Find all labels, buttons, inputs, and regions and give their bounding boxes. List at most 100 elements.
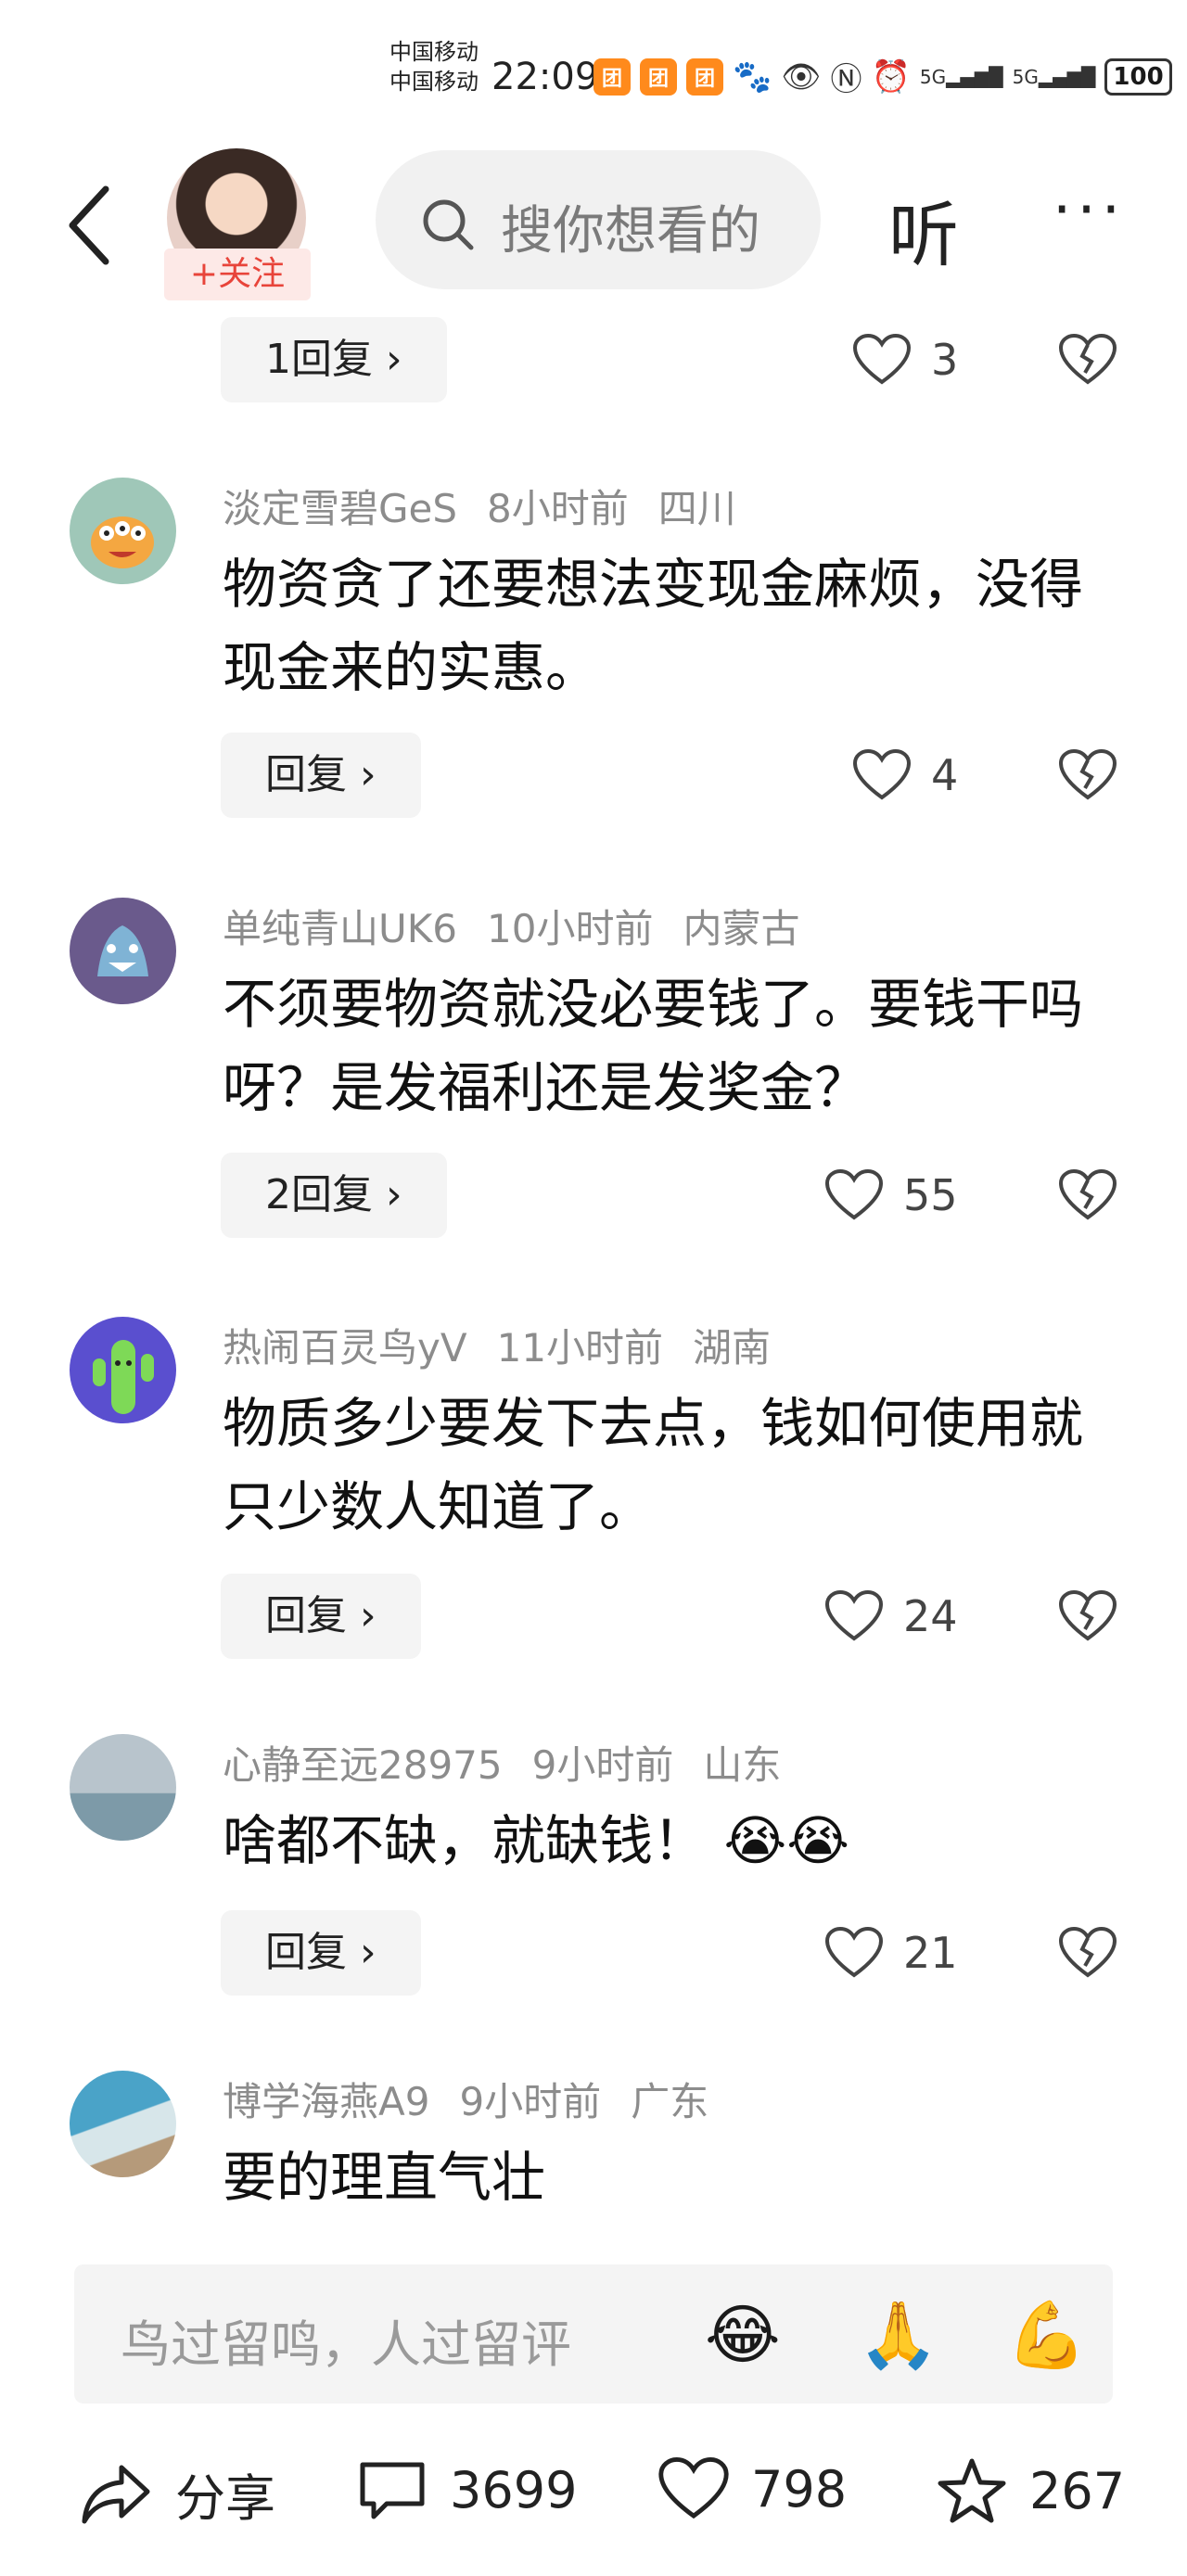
more-button[interactable]: ··· — [1053, 176, 1126, 245]
search-placeholder: 搜你想看的 — [501, 201, 760, 261]
broken-heart-icon[interactable] — [1059, 334, 1117, 386]
comment-text: 要的理直气壮 — [223, 2146, 546, 2209]
like-button[interactable]: 21 — [825, 1927, 958, 1979]
comment-meta: 单纯青山UK6 10小时前 内蒙古 — [223, 898, 829, 954]
author-avatar[interactable]: +关注 — [162, 148, 311, 306]
comment-meta: 淡定雪碧GeS 8小时前 四川 — [223, 478, 766, 534]
back-button[interactable] — [65, 184, 111, 267]
comment-location: 山东 — [703, 1742, 782, 1788]
comment-author[interactable]: 热闹百灵鸟yV — [223, 1325, 467, 1371]
heart-icon — [853, 749, 911, 800]
carrier-info: 中国移动 中国移动 — [389, 37, 479, 96]
like-post-count: 798 — [751, 2459, 848, 2519]
laugh-emoji-button[interactable]: 😂 — [705, 2297, 781, 2373]
like-post-button[interactable]: 798 — [658, 2457, 847, 2520]
monster-avatar-icon — [91, 516, 154, 568]
alarm-icon: ⏰ — [871, 57, 911, 96]
laugh-cry-emoji: 😭😭 — [707, 1809, 849, 1872]
comment-text-body: 啥都不缺，就缺钱！ — [223, 1809, 708, 1872]
pray-emoji-button[interactable]: 🙏 — [858, 2297, 938, 2374]
app-notification-icon: 团 — [686, 57, 723, 96]
comment-input-placeholder: 鸟过留鸣，人过留评 — [121, 2315, 571, 2374]
signal-2-label: 5G — [1012, 65, 1039, 88]
heart-icon — [658, 2457, 729, 2519]
avatar[interactable] — [70, 1317, 176, 1423]
search-bar[interactable]: 搜你想看的 — [376, 150, 821, 289]
app-notification-icon: 团 — [640, 57, 677, 96]
heart-icon — [825, 1169, 883, 1220]
like-button[interactable]: 24 — [825, 1590, 958, 1642]
reply-button[interactable]: 1回复 › — [221, 317, 447, 402]
status-icons: 团 团 团 🐾 👁 Ⓝ ⏰ 5G▂▄▆█ 5G▂▄▆█ 100 — [594, 54, 1172, 99]
signal-1-label: 5G — [919, 65, 947, 88]
comments-button[interactable]: 3699 — [357, 2457, 577, 2522]
like-count: 55 — [903, 1170, 958, 1220]
comment-text: 物资贪了还要想法变现金麻烦，没得现金来的实惠。 — [223, 553, 1084, 699]
reply-button[interactable]: 2回复 › — [221, 1153, 447, 1238]
broken-heart-icon[interactable] — [1059, 1169, 1117, 1221]
avatar[interactable] — [70, 898, 176, 1004]
carrier-2: 中国移动 — [389, 69, 479, 95]
share-button[interactable]: 分享 — [79, 2457, 275, 2531]
comment-icon — [360, 2462, 425, 2519]
favorite-button[interactable]: 267 — [937, 2457, 1125, 2524]
favorite-count: 267 — [1029, 2461, 1126, 2520]
broken-heart-icon[interactable] — [1059, 749, 1117, 801]
follow-button[interactable]: +关注 — [164, 249, 311, 300]
like-count: 21 — [903, 1928, 958, 1978]
comment-author[interactable]: 单纯青山UK6 — [223, 906, 457, 951]
comment-time: 9小时前 — [531, 1742, 674, 1788]
like-count: 3 — [931, 335, 959, 385]
star-icon — [938, 2458, 1006, 2523]
search-icon — [423, 199, 474, 250]
reply-label: 1回复 — [265, 336, 373, 383]
avatar[interactable] — [70, 1734, 176, 1841]
reply-button[interactable]: 回复 › — [221, 733, 421, 818]
heart-icon — [825, 1927, 883, 1978]
reply-label: 2回复 — [265, 1171, 373, 1218]
comment-time: 9小时前 — [459, 2079, 602, 2124]
comment-location: 四川 — [657, 486, 736, 531]
comment-count: 3699 — [450, 2460, 578, 2519]
comment-meta: 热闹百灵鸟yV 11小时前 湖南 — [223, 1317, 800, 1373]
reply-button[interactable]: 回复 › — [221, 1910, 421, 1996]
broken-heart-icon[interactable] — [1059, 1590, 1117, 1642]
like-button[interactable]: 55 — [825, 1169, 958, 1221]
eye-icon: 👁 — [781, 57, 822, 96]
status-bar: 中国移动 中国移动 22:09 团 团 团 🐾 👁 Ⓝ ⏰ 5G▂▄▆█ 5G▂… — [389, 37, 1172, 121]
reply-label: 回复 — [265, 751, 347, 798]
bottom-action-bar: 分享 3699 798 267 — [0, 2439, 1187, 2550]
comment-time: 8小时前 — [487, 486, 629, 531]
avatar[interactable] — [70, 478, 176, 584]
comment-location: 广东 — [631, 2079, 709, 2124]
signal-1: 5G▂▄▆█ — [919, 65, 1003, 88]
comment-meta: 博学海燕A9 9小时前 广东 — [223, 2071, 738, 2127]
battery-icon: 100 — [1104, 57, 1172, 96]
avatar[interactable] — [70, 2071, 176, 2177]
comment-author[interactable]: 淡定雪碧GeS — [223, 486, 457, 531]
comment-time: 10小时前 — [487, 906, 654, 951]
carrier-1: 中国移动 — [389, 39, 479, 65]
reply-button[interactable]: 回复 › — [221, 1574, 421, 1659]
muscle-emoji-button[interactable]: 💪 — [1006, 2297, 1087, 2374]
shark-avatar-icon — [97, 925, 148, 976]
comment-input[interactable]: 鸟过留鸣，人过留评 😂 🙏 💪 — [74, 2264, 1113, 2404]
comment-author[interactable]: 博学海燕A9 — [223, 2079, 429, 2124]
share-label: 分享 — [175, 2469, 275, 2528]
listen-button[interactable]: 听 — [888, 178, 959, 280]
like-button[interactable]: 3 — [853, 334, 958, 386]
comment-time: 11小时前 — [496, 1325, 664, 1371]
header: +关注 搜你想看的 听 ··· — [0, 139, 1187, 306]
clock: 22:09 — [491, 56, 599, 98]
signal-2: 5G▂▄▆█ — [1012, 65, 1096, 88]
comment-text: 啥都不缺，就缺钱！ 😭😭 — [223, 1799, 1131, 1882]
like-button[interactable]: 4 — [853, 749, 958, 801]
reply-label: 回复 — [265, 1592, 347, 1639]
comment-author[interactable]: 心静至远28975 — [223, 1742, 503, 1788]
reply-label: 回复 — [265, 1929, 347, 1976]
comment-text: 物质多少要发下去点，钱如何使用就只少数人知道了。 — [223, 1392, 1084, 1538]
cactus-avatar-icon — [93, 1340, 154, 1414]
comment-location: 内蒙古 — [683, 906, 800, 951]
broken-heart-icon[interactable] — [1059, 1927, 1117, 1979]
back-arrow-icon — [69, 185, 109, 265]
